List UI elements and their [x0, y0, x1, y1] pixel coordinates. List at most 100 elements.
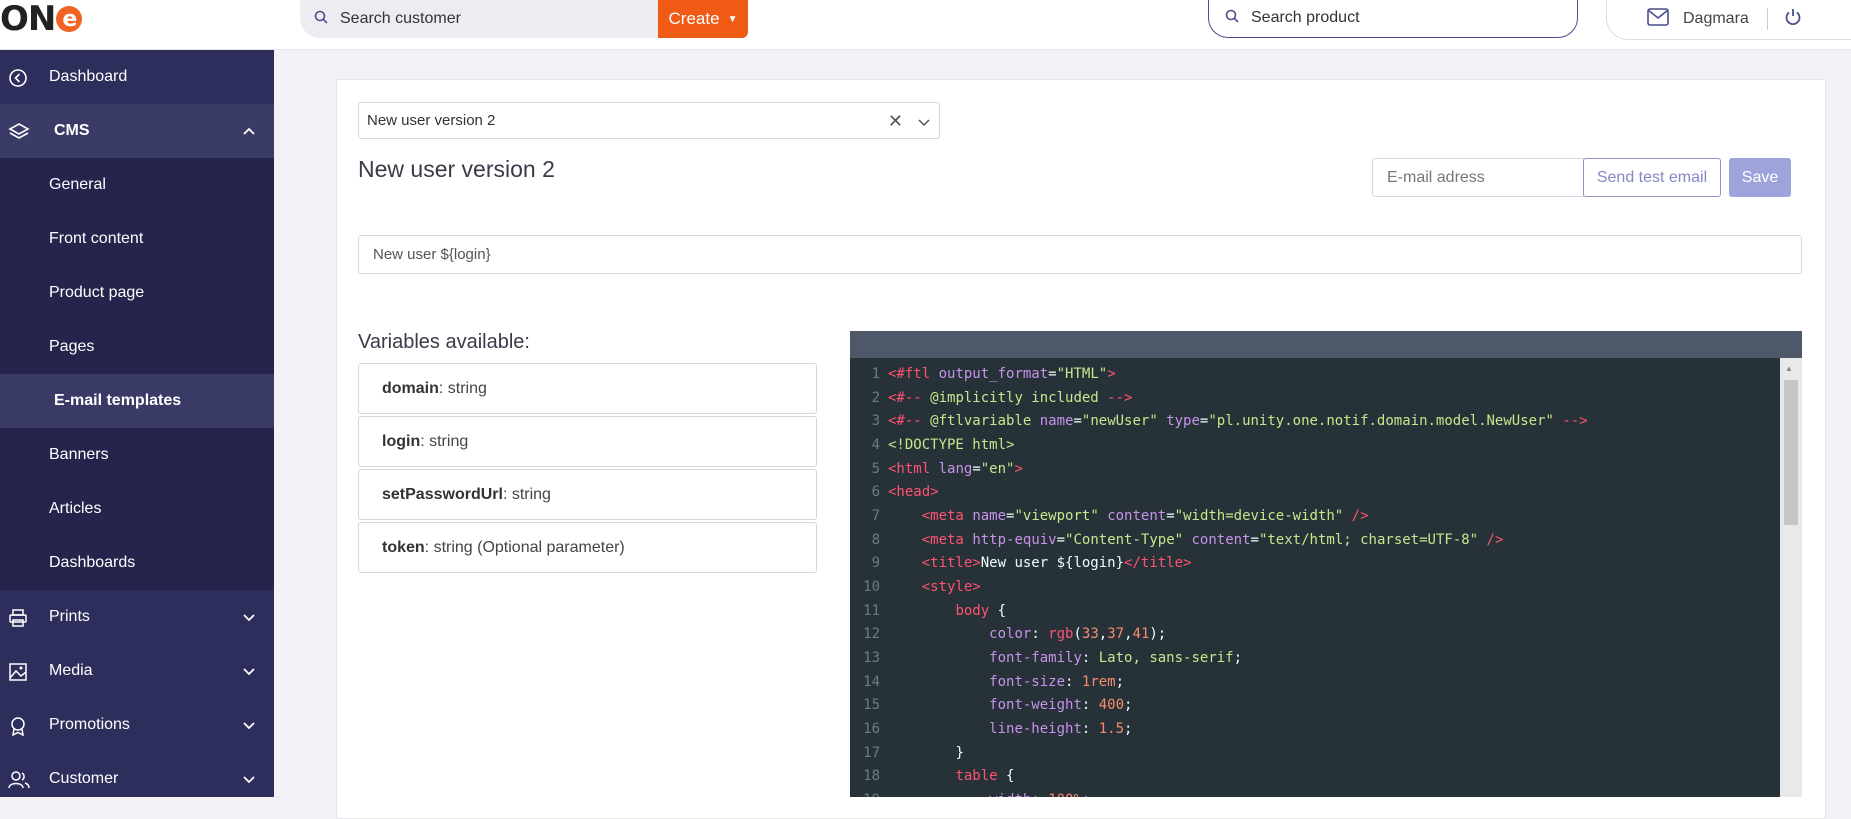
line-number: 8 [871, 532, 880, 548]
sidebar-item-label: Promotions [49, 716, 130, 733]
sidebar-item-label: Customer [49, 770, 119, 787]
users-icon [8, 770, 30, 790]
sidebar-item-label: General [49, 176, 106, 193]
sidebar-item-label: Product page [49, 284, 145, 301]
sidebar-item-pages[interactable]: Pages [0, 320, 274, 374]
code-line: <meta http-equiv="Content-Type" content=… [921, 532, 1504, 548]
line-number: 12 [863, 626, 880, 642]
variable-type: : string [420, 432, 469, 450]
create-button[interactable]: Create ▼ [658, 0, 748, 38]
code-line: <#-- @implicitly included --> [888, 390, 1133, 406]
search-product-placeholder: Search product [1251, 9, 1360, 26]
send-test-email-button[interactable]: Send test email [1583, 158, 1721, 197]
sidebar-item-prints[interactable]: Prints [0, 590, 274, 644]
line-number: 18 [863, 768, 880, 784]
page-title: New user version 2 [358, 156, 555, 182]
divider [1766, 8, 1768, 30]
user-box: Dagmara [1606, 0, 1851, 40]
search-product-input[interactable]: Search product [1208, 0, 1578, 38]
app-logo[interactable]: ON e [0, 0, 83, 39]
logo-e: e [56, 6, 83, 32]
sidebar-item-promotions[interactable]: Promotions [0, 698, 274, 752]
sidebar-item-articles[interactable]: Articles [0, 482, 274, 536]
template-select-value: New user version 2 [367, 112, 496, 129]
line-number: 5 [871, 461, 880, 477]
line-number: 2 [871, 390, 880, 406]
code-line: <style> [921, 579, 981, 595]
sidebar-item-media[interactable]: Media [0, 644, 274, 698]
subject-field[interactable]: New user ${login} [358, 235, 1802, 274]
line-number: 4 [871, 437, 880, 453]
sidebar-item-label: Dashboard [49, 68, 128, 85]
code-line: color: rgb(33,37,41); [989, 626, 1167, 642]
clear-icon[interactable]: ✕ [888, 111, 903, 132]
sidebar-item-label: Media [49, 662, 93, 679]
code-line: <meta name="viewport" content="width=dev… [921, 508, 1369, 524]
sidebar-item-label: Pages [49, 338, 95, 355]
line-number: 15 [863, 697, 880, 713]
editor-toolbar [850, 331, 1802, 358]
badge-icon [8, 716, 28, 737]
code-line: <head> [888, 484, 939, 500]
variable-item: token: string (Optional parameter) [358, 522, 817, 573]
sidebar-item-dashboard[interactable]: Dashboard [0, 50, 274, 104]
sidebar-item-email-templates[interactable]: E-mail templates [0, 374, 274, 428]
sidebar-item-general[interactable]: General [0, 158, 274, 212]
printer-icon [8, 608, 28, 628]
scrollbar-thumb[interactable] [1784, 380, 1798, 525]
sidebar-item-cms[interactable]: CMS [0, 104, 274, 158]
search-icon [314, 10, 328, 29]
sidebar-item-label: Articles [49, 500, 102, 517]
power-icon[interactable] [1784, 8, 1802, 31]
variable-name: login [382, 432, 421, 450]
code-line: <!DOCTYPE html> [888, 437, 1015, 453]
dashboard-icon [8, 68, 28, 88]
variable-name: token [382, 538, 425, 556]
sidebar-item-customer[interactable]: Customer [0, 752, 274, 806]
search-customer-input[interactable]: Search customer [300, 0, 660, 38]
line-number: 19 [850, 792, 880, 797]
sidebar-item-banners[interactable]: Banners [0, 428, 274, 482]
chevron-down-icon [242, 718, 256, 732]
sidebar-item-label: E-mail templates [54, 392, 182, 409]
code-line: table { [955, 768, 1015, 784]
code-line: <#ftl output_format="HTML"> [888, 366, 1116, 382]
code-line: font-weight: 400; [989, 697, 1133, 713]
code-editor[interactable]: 1 2 3 4 5 6 7 8 9 10 11 12 13 14 15 16 1… [850, 358, 1802, 797]
code-line: width: 100%; [888, 792, 1090, 797]
code-line: font-size: 1rem; [989, 674, 1125, 690]
variable-item: domain: string [358, 363, 817, 414]
chevron-down-icon[interactable] [917, 115, 931, 133]
code-line: <html lang="en"> [888, 461, 1023, 477]
chevron-down-icon [242, 610, 256, 624]
code-line: font-family: Lato, sans-serif; [989, 650, 1243, 666]
sidebar-item-dashboards[interactable]: Dashboards [0, 536, 274, 590]
code-line: <title>New user ${login}</title> [921, 555, 1192, 571]
line-number: 13 [863, 650, 880, 666]
line-number: 11 [863, 603, 880, 619]
chevron-up-icon [242, 124, 256, 138]
chevron-down-icon [242, 772, 256, 786]
sidebar: Dashboard CMS General Front content Prod… [0, 50, 274, 797]
variable-type: : string [502, 485, 551, 503]
line-number: 1 [871, 366, 880, 382]
line-number: 3 [871, 413, 880, 429]
save-button[interactable]: Save [1729, 158, 1791, 197]
logo-text: ON [0, 0, 56, 39]
code-line: body { [955, 603, 1007, 619]
line-number: 14 [863, 674, 880, 690]
line-number: 7 [871, 508, 880, 524]
sidebar-item-label: CMS [54, 122, 90, 139]
mail-icon[interactable] [1647, 7, 1669, 31]
sidebar-item-front-content[interactable]: Front content [0, 212, 274, 266]
email-field[interactable] [1372, 158, 1584, 197]
sidebar-item-product-page[interactable]: Product page [0, 266, 274, 320]
user-name[interactable]: Dagmara [1683, 10, 1749, 28]
code-line: } [955, 745, 964, 761]
variable-type: : string (Optional parameter) [424, 538, 625, 556]
variable-type: : string [438, 379, 487, 397]
scroll-up-icon[interactable]: ▲ [1785, 364, 1793, 373]
layers-icon [8, 122, 30, 142]
create-label: Create [668, 9, 720, 28]
template-select[interactable]: New user version 2 ✕ [358, 102, 940, 139]
